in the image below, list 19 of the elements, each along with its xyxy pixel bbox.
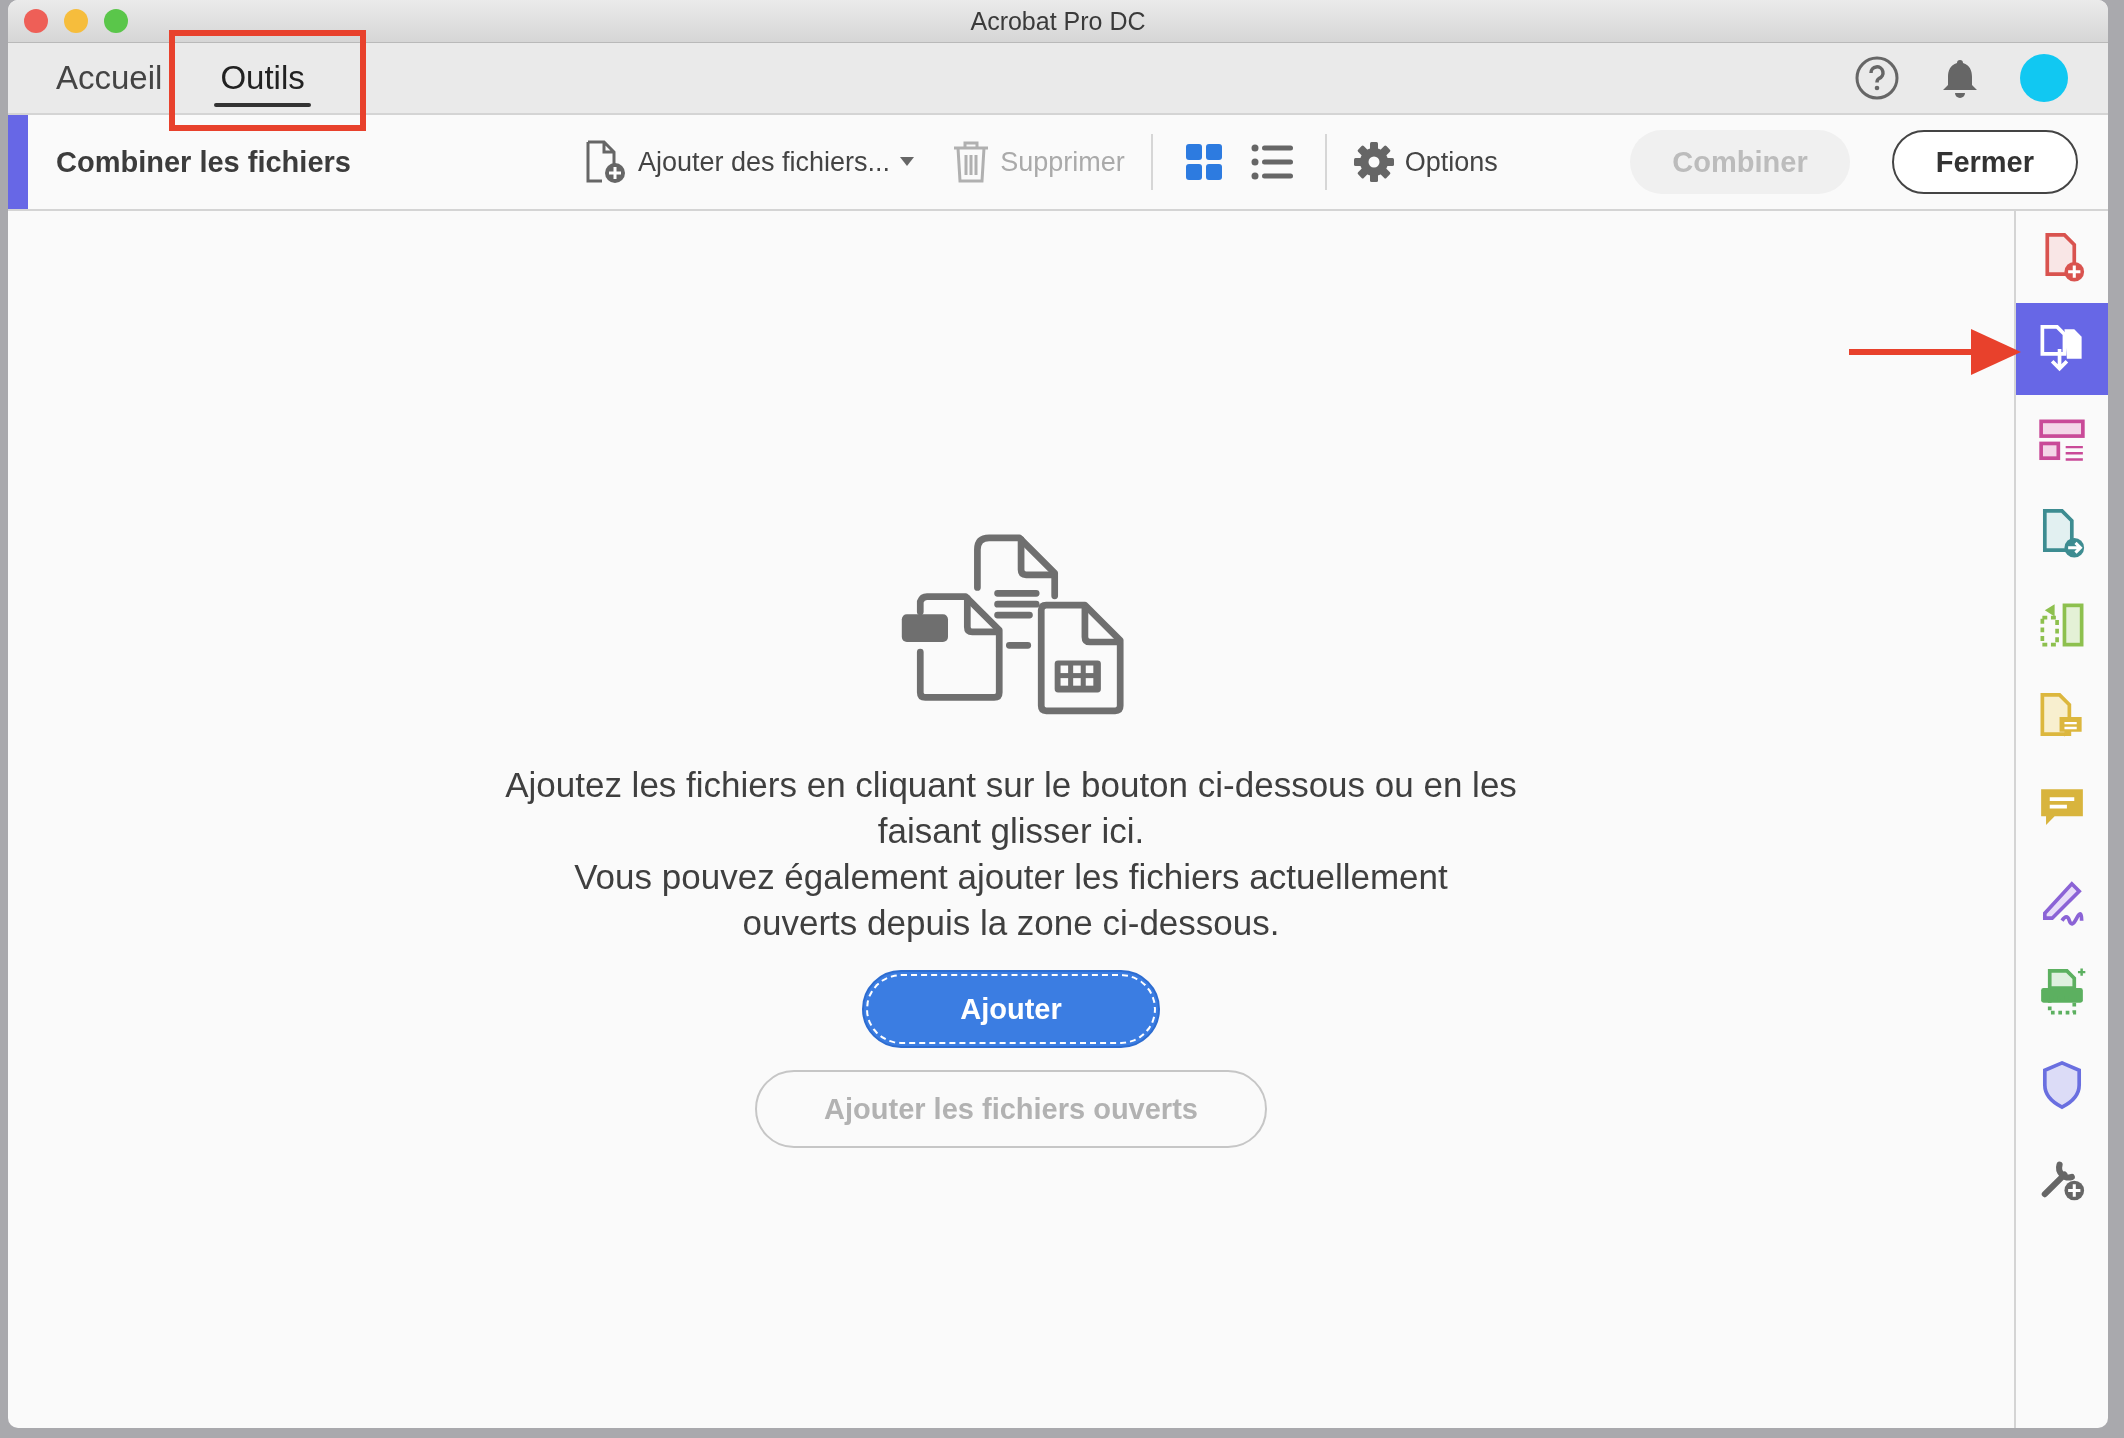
add-files-button[interactable]: Ajouter des fichiers...: [576, 133, 923, 191]
close-button[interactable]: Fermer: [1891, 130, 2078, 194]
instruction-text: Vous pouvez également ajouter les fichiers actuellement ouverts depuis la zone ci-dessous.: [573, 856, 1449, 944]
grid-icon: [1184, 143, 1223, 181]
tab[interactable]: Accueil: [38, 43, 181, 113]
tab[interactable]: Outils: [202, 43, 323, 113]
caret-icon: [900, 157, 915, 167]
file-add-icon: [584, 139, 628, 185]
options-button[interactable]: Options: [1344, 135, 1506, 189]
tool-button[interactable]: [2016, 303, 2108, 395]
help-icon[interactable]: [1854, 55, 1900, 101]
list-icon: [1250, 144, 1293, 180]
add-button[interactable]: Ajouter: [862, 970, 1160, 1048]
trash-icon: [952, 140, 991, 184]
tool-title: Combiner les fichiers: [55, 145, 352, 179]
instruction-text: Ajoutez les fichiers en cliquant sur le bouton ci-dessous ou en les faisant glisser ici.: [504, 764, 1518, 852]
window-close-button[interactable]: [24, 9, 48, 33]
window-title: Acrobat Pro DC: [970, 6, 1146, 35]
settings-icon: [1352, 141, 1395, 183]
